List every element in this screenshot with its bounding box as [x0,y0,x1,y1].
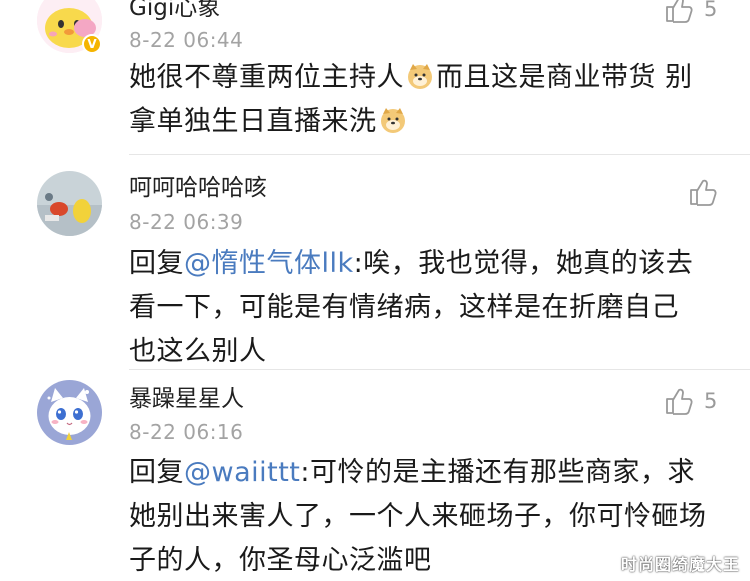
comment-item: 暴躁星星人 8-22 06:16 5 回复@waiittt:可怜的是主播还有那些… [0,370,750,581]
comment-item: 呵呵哈哈哈咳 8-22 06:39 回复@惰性气体llk:唉，我也觉得，她真的该… [0,155,750,370]
comment-time: 8-22 06:16 [129,420,244,444]
doge-emoji-icon [408,64,432,89]
thumbs-up-icon [690,179,717,206]
comment-username[interactable]: Gigi心象 [129,0,220,20]
like-count: 5 [704,0,718,21]
like-button[interactable] [688,177,728,207]
like-button[interactable]: 5 [664,386,717,416]
verified-badge-icon: V [82,34,102,54]
comment-username[interactable]: 呵呵哈哈哈咳 [129,177,267,200]
photo-avatar-icon [37,171,102,236]
thumbs-up-icon [666,388,693,415]
mention-link[interactable]: @waiittt [184,457,300,488]
comment-time: 8-22 06:39 [129,210,244,234]
avatar[interactable] [37,171,102,236]
doge-emoji-icon [380,108,405,133]
mention-link[interactable]: @惰性气体llk [184,248,354,279]
watermark: 时尚圈绮魔大王 [620,555,740,574]
comment-text-part: 她很不尊重两位主持人 [129,62,404,93]
avatar[interactable] [37,380,102,445]
thumbs-up-icon [666,0,693,23]
comment-username[interactable]: 暴躁星星人 [129,388,244,411]
like-count: 5 [704,389,718,413]
comment-time: 8-22 06:44 [129,28,244,52]
like-button[interactable]: 5 [664,0,717,24]
comment-text: 她很不尊重两位主持人 而且这是商业带货 别拿单独生日直播来洗 [129,56,714,144]
reply-prefix: 回复 [129,248,184,279]
comment-item: V Gigi心象 8-22 06:44 5 她很不尊重两位主持人 而且这是商业带货… [0,0,750,155]
comment-text: 回复@惰性气体llk:唉，我也觉得，她真的该去看一下，可能是有情绪病，这样是在折… [129,242,704,374]
reply-prefix: 回复 [129,457,184,488]
cat-avatar-icon [37,380,102,445]
